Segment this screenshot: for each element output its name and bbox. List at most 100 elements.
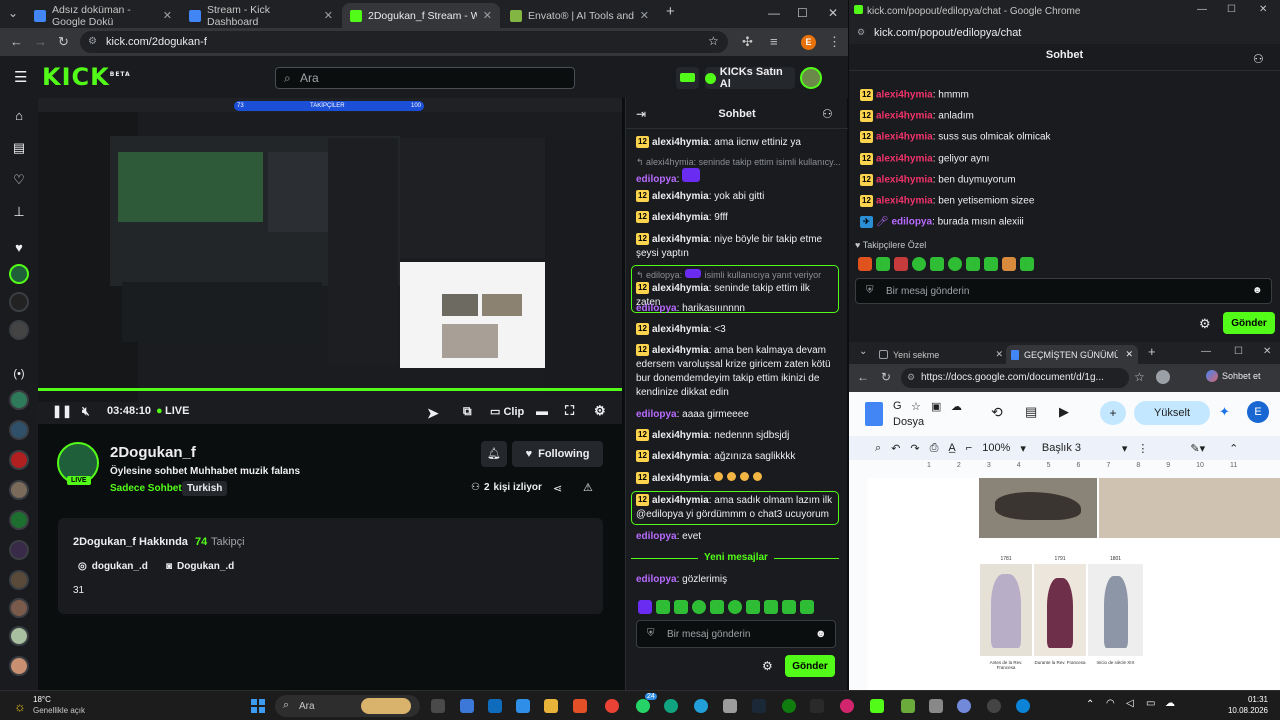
following-heart-icon[interactable]: ♡ bbox=[10, 172, 28, 188]
channel-avatar[interactable] bbox=[9, 510, 29, 530]
star-icon[interactable]: ☆ bbox=[911, 400, 921, 413]
discord-icon[interactable] bbox=[957, 699, 971, 713]
emote-icon[interactable] bbox=[930, 257, 944, 271]
tab-new[interactable]: Yeni sekme ✕ bbox=[879, 345, 1003, 364]
video-player[interactable]: 73 TAKİPÇİLER 100 bbox=[38, 98, 622, 424]
chat-settings-icon[interactable]: ⚙ bbox=[762, 659, 773, 673]
chat-username[interactable]: edilopya bbox=[636, 409, 677, 420]
new-tab-button[interactable]: + bbox=[666, 3, 675, 20]
home-icon[interactable]: ⌂ bbox=[10, 108, 28, 123]
app-icon[interactable] bbox=[460, 699, 474, 713]
clock-time[interactable]: 01:31 bbox=[1213, 695, 1268, 704]
zoom-select[interactable]: 100% bbox=[982, 442, 1010, 454]
maximize-button[interactable]: ☐ bbox=[1227, 4, 1236, 15]
kick-app-icon[interactable] bbox=[870, 699, 884, 713]
following-button[interactable]: ♥ Following bbox=[512, 441, 603, 467]
file-explorer-icon[interactable] bbox=[544, 699, 558, 713]
tab-docs[interactable]: Adsız doküman - Google Dokü ✕ bbox=[26, 3, 180, 28]
chat-username[interactable]: alexi4hymia bbox=[652, 137, 709, 148]
emote-icon[interactable] bbox=[858, 257, 872, 271]
report-warning-icon[interactable]: ⚠ bbox=[583, 481, 593, 494]
chat-username[interactable]: alexi4hymia bbox=[876, 154, 933, 165]
close-tab-icon[interactable]: ✕ bbox=[324, 9, 333, 22]
channel-avatar[interactable] bbox=[9, 480, 29, 500]
tab-search-icon[interactable]: ⌄ bbox=[8, 6, 18, 20]
chat-username[interactable]: edilopya bbox=[636, 574, 677, 585]
print-icon[interactable]: ⎙ bbox=[930, 442, 939, 455]
emote-icon[interactable] bbox=[728, 600, 742, 614]
clip-button[interactable]: ▭ Clip bbox=[490, 405, 524, 418]
emoji-picker-icon[interactable]: ☻ bbox=[815, 628, 827, 640]
channel-avatar[interactable] bbox=[9, 570, 29, 590]
undo-icon[interactable]: ↶ bbox=[891, 442, 900, 455]
tab-search-icon[interactable]: ⌄ bbox=[859, 346, 867, 357]
channel-avatar[interactable] bbox=[9, 320, 29, 340]
channel-avatar[interactable] bbox=[9, 540, 29, 560]
profile-avatar[interactable] bbox=[1156, 370, 1170, 384]
emoji-picker-icon[interactable]: ☻ bbox=[1252, 285, 1263, 296]
chat-input[interactable]: ⛨ Bir mesaj gönderin ☻ bbox=[636, 620, 836, 648]
chat-send-button[interactable]: Gönder bbox=[785, 655, 835, 677]
chat-username[interactable]: alexi4hymia bbox=[652, 283, 709, 294]
profile-avatar[interactable]: E bbox=[801, 35, 816, 50]
channel-avatar[interactable] bbox=[9, 390, 29, 410]
chat-username[interactable]: edilopya bbox=[636, 531, 677, 542]
bookmark-star-icon[interactable]: ☆ bbox=[1134, 370, 1145, 384]
wifi-icon[interactable]: ◠ bbox=[1106, 698, 1115, 709]
weather-icon[interactable]: ☼ bbox=[10, 696, 30, 716]
emote-icon[interactable] bbox=[948, 257, 962, 271]
edge-icon[interactable] bbox=[1016, 699, 1030, 713]
reload-icon[interactable]: ↻ bbox=[881, 370, 891, 384]
tray-chevron-icon[interactable]: ⌃ bbox=[1086, 699, 1094, 710]
emote-icon[interactable] bbox=[710, 600, 724, 614]
whatsapp-icon[interactable] bbox=[636, 699, 650, 713]
clock-date[interactable]: 10.08.2026 bbox=[1213, 706, 1268, 715]
taskbar-search[interactable]: ⌕ Ara bbox=[275, 695, 420, 717]
dashboard-icon[interactable]: ⊥ bbox=[10, 204, 28, 220]
emote-icon[interactable] bbox=[894, 257, 908, 271]
popout-chat-input[interactable]: ⛨ Bir mesaj gönderin ☻ bbox=[855, 278, 1272, 304]
settings-gear-icon[interactable]: ⚙ bbox=[594, 403, 606, 419]
app-icon[interactable] bbox=[987, 699, 1001, 713]
emote-icon[interactable] bbox=[912, 257, 926, 271]
channel-avatar[interactable] bbox=[9, 656, 29, 676]
maximize-button[interactable]: ☐ bbox=[797, 6, 808, 20]
more-options-icon[interactable]: ⋮ bbox=[1137, 442, 1148, 455]
theater-mode-icon[interactable]: ▬ bbox=[536, 404, 548, 418]
emote-icon[interactable] bbox=[1020, 257, 1034, 271]
task-view-icon[interactable] bbox=[431, 699, 445, 713]
telegram-icon[interactable] bbox=[694, 699, 708, 713]
minimize-button[interactable]: — bbox=[1197, 4, 1207, 15]
channel-avatar[interactable] bbox=[9, 598, 29, 618]
popout-send-button[interactable]: Gönder bbox=[1223, 312, 1275, 334]
back-icon[interactable]: ← bbox=[857, 370, 869, 384]
close-tab-icon[interactable]: ✕ bbox=[163, 9, 172, 22]
comments-icon[interactable]: ▤ bbox=[1025, 404, 1037, 420]
language-tag[interactable]: Turkish bbox=[182, 481, 228, 496]
share-button[interactable]: Yükselt bbox=[1134, 401, 1210, 425]
paint-format-icon[interactable]: ⌐ bbox=[966, 442, 972, 454]
maximize-button[interactable]: ☐ bbox=[1234, 346, 1243, 357]
channel-name[interactable]: 2Dogukan_f bbox=[110, 444, 196, 461]
bookmark-star-icon[interactable]: ☆ bbox=[708, 34, 719, 48]
instagram-link[interactable]: ◎ dogukan_.d bbox=[78, 561, 148, 572]
chrome-icon[interactable] bbox=[605, 699, 619, 713]
channel-avatar[interactable] bbox=[9, 264, 29, 284]
share-icon[interactable]: ⋖ bbox=[553, 482, 562, 495]
emote-icon[interactable] bbox=[746, 600, 760, 614]
channel-avatar[interactable] bbox=[9, 420, 29, 440]
browse-icon[interactable]: ▤ bbox=[10, 140, 28, 156]
chat-username[interactable]: alexi4hymia bbox=[876, 90, 933, 101]
minimize-button[interactable]: — bbox=[1201, 346, 1211, 357]
emote-icon[interactable] bbox=[876, 257, 890, 271]
site-info-icon[interactable]: ⚙ bbox=[88, 36, 97, 47]
close-window-button[interactable]: ✕ bbox=[1263, 346, 1271, 357]
steam-icon[interactable] bbox=[752, 699, 766, 713]
chat-username[interactable]: alexi4hymia bbox=[652, 451, 709, 462]
emote-icon[interactable] bbox=[674, 600, 688, 614]
back-icon[interactable]: ← bbox=[10, 34, 23, 49]
redo-icon[interactable]: ↷ bbox=[910, 442, 919, 455]
emote-icon[interactable] bbox=[764, 600, 778, 614]
meet-icon[interactable]: ▶ bbox=[1059, 404, 1069, 420]
app-icon[interactable] bbox=[516, 699, 530, 713]
